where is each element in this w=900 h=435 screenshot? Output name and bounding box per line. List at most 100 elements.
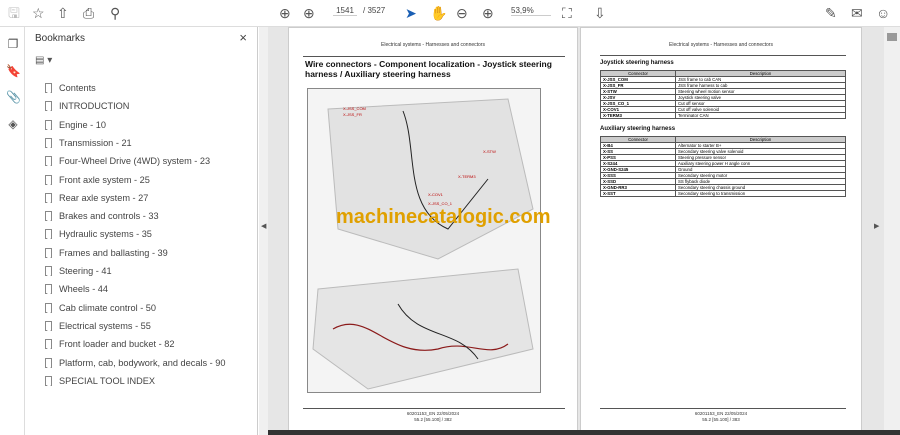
bookmark-icon [45,101,52,112]
bookmark-label: Electrical systems - 55 [59,320,151,331]
bookmark-item[interactable]: Hydraulic systems - 35 [45,226,152,242]
bookmark-label: Wheels - 44 [59,284,109,295]
bookmark-item[interactable]: Cab climate control - 50 [45,300,156,316]
aux-section-title: Auxiliary steering harness [600,126,676,132]
search-icon[interactable]: ⚲ [110,4,120,22]
footer-page-ref: 55.2 [55.100] / 383 [702,417,740,422]
bookmark-item[interactable]: INTRODUCTION [45,98,129,114]
bookmark-icon [45,156,52,167]
bookmarks-icon[interactable]: 🔖 [6,64,21,78]
joystick-section-title: Joystick steering harness [600,60,674,66]
close-icon[interactable]: × [239,30,247,45]
description-cell: Terminator CAN [675,112,846,119]
bookmark-label: Engine - 10 [59,119,106,130]
bookmark-item[interactable]: Electrical systems - 55 [45,318,151,334]
prev-page-icon[interactable]: ⊕ [279,4,291,22]
select-cursor-icon[interactable]: ➤ [405,4,417,22]
bookmark-item[interactable]: Wheels - 44 [45,281,108,297]
footer-page-ref: 55.2 [55.100] / 382 [414,417,452,422]
bookmark-icon [45,119,52,130]
bookmark-label: Front loader and bucket - 82 [59,339,175,350]
table-row: X-TERM3 Terminator CAN [600,112,846,119]
connector-callout: X-STW [483,149,496,154]
bookmark-label: Platform, cab, bodywork, and decals - 90 [59,357,226,368]
read-mode-icon[interactable]: ⇩ [594,4,606,22]
taskbar [268,430,900,435]
bookmark-item[interactable]: Brakes and controls - 33 [45,208,159,224]
bookmark-item[interactable]: Rear axle system - 27 [45,190,148,206]
bookmark-label: Four-Wheel Drive (4WD) system - 23 [59,156,211,167]
attachment-icon[interactable]: 📎 [6,90,21,104]
bookmark-icon [45,229,52,240]
page-title: Wire connectors - Component localization… [305,59,552,79]
bookmark-label: Contents [59,83,96,93]
bookmark-label: Cab climate control - 50 [59,302,157,313]
account-icon[interactable]: ☺ [876,4,890,22]
divider [303,408,565,409]
right-page: Electrical systems - Harnesses and conne… [580,27,862,435]
connector-callout: X-JSS_COM [343,106,366,111]
bookmark-item[interactable]: Contents [45,80,96,96]
bookmark-label: Steering - 41 [59,266,112,276]
bookmark-label: Rear axle system - 27 [59,192,149,203]
bookmark-item[interactable]: Engine - 10 [45,117,106,133]
bookmark-icon [45,174,52,185]
bookmark-label: Transmission - 21 [59,137,132,148]
bookmark-star-icon[interactable]: ☆ [32,4,45,22]
scroll-thumb[interactable] [887,33,897,41]
bookmark-icon [45,266,52,276]
bookmark-item[interactable]: Front axle system - 25 [45,172,150,188]
aux-table: Connector Description X-B4 Alternator to s… [600,136,846,197]
zoom-in-icon[interactable]: ⊕ [482,4,494,22]
bookmark-item[interactable]: Platform, cab, bodywork, and decals - 90 [45,355,225,371]
connector-callout: X-TERM3 [458,174,476,179]
page-number-input[interactable]: 1541 [333,6,357,16]
layers-icon[interactable]: ◈ [6,117,20,131]
bookmark-label: Front axle system - 25 [59,174,150,185]
bookmark-label: Brakes and controls - 33 [59,211,159,222]
description-cell: Secondary steering to transmission [675,190,846,197]
bookmark-icon [45,247,52,258]
email-icon[interactable]: ✉ [851,4,863,22]
bookmark-icon [45,302,52,313]
zoom-out-icon[interactable]: ⊖ [456,4,468,22]
panel-title: Bookmarks [35,33,86,44]
bookmark-icon [45,137,52,148]
connector-callout: X-COV1 [428,192,443,197]
sign-icon[interactable]: ✎ [825,4,837,22]
next-page-icon[interactable]: ⊕ [303,4,315,22]
save-icon[interactable]: 🖫 [8,4,20,22]
next-page-arrow-icon[interactable]: ▶ [874,222,879,230]
bookmark-item[interactable]: Front loader and bucket - 82 [45,336,174,352]
zoom-select[interactable]: 53,9% [511,6,551,16]
bookmark-item[interactable]: Transmission - 21 [45,135,132,151]
left-page: Electrical systems - Harnesses and conne… [288,27,578,435]
chevron-left-icon: ◀ [261,223,267,230]
page-header: Electrical systems - Harnesses and conne… [381,42,485,48]
hand-icon[interactable]: ✋ [430,4,447,22]
bookmark-icon [45,284,52,295]
bookmark-icon [45,192,52,203]
bookmark-item[interactable]: SPECIAL TOOL INDEX [45,373,155,389]
bookmark-label: Frames and ballasting - 39 [59,247,168,258]
harness-diagram [312,98,534,390]
document-area: Electrical systems - Harnesses and conne… [268,27,884,435]
bookmark-item[interactable]: Frames and ballasting - 39 [45,245,168,261]
pages-icon[interactable]: ❐ [6,37,20,51]
panel-collapse-handle[interactable]: ◀ [259,27,268,435]
bookmark-item[interactable]: Four-Wheel Drive (4WD) system - 23 [45,153,210,169]
bookmark-label: Hydraulic systems - 35 [59,229,152,240]
options-menu-button[interactable]: ▤ ▾ [35,55,52,66]
joystick-table: Connector Description X-JSS_COM JSS frame … [600,70,846,119]
fit-page-icon[interactable]: ⛶ [562,4,572,22]
table-row: X-SST Secondary steering to transmission [600,190,846,197]
bookmark-icon [45,357,52,368]
bookmark-icon [45,375,52,386]
print-icon[interactable]: ⎙ [83,4,94,22]
upload-icon[interactable]: ⇧ [57,4,69,22]
watermark: machinecatalogic.com [336,206,551,228]
connector-cell: X-TERM3 [600,112,676,119]
vertical-scrollbar[interactable] [884,27,900,435]
bookmark-item[interactable]: Steering - 41 [45,263,112,279]
page-total: / 3527 [363,6,386,15]
